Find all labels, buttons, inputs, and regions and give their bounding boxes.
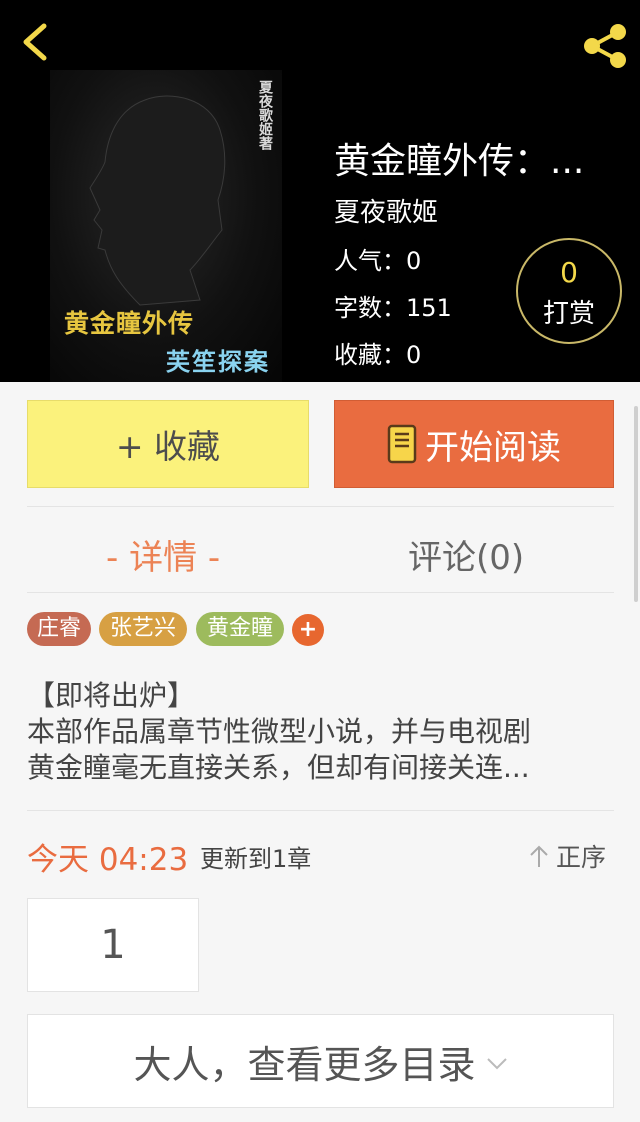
book-header: 夏夜歌姬著 黄金瞳外传 芙笙探案 黄金瞳外传：... 夏夜歌姬 人气：0 字数：… xyxy=(0,0,640,382)
collect-button-label: + 收藏 xyxy=(115,427,221,466)
divider xyxy=(27,592,614,593)
tag-zhangyixing[interactable]: 张艺兴 xyxy=(99,612,187,646)
chevron-down-icon xyxy=(486,1058,507,1070)
reward-label: 打赏 xyxy=(542,299,595,329)
sort-order-label: 正序 xyxy=(556,843,607,872)
book-author[interactable]: 夏夜歌姬 xyxy=(334,192,438,229)
cover-title-text: 黄金瞳外传 xyxy=(64,309,195,338)
add-tag-button[interactable]: + xyxy=(292,614,324,646)
reward-count: 0 xyxy=(560,256,578,289)
start-reading-label: 开始阅读 xyxy=(425,427,561,468)
cover-subtitle-text: 芙笙探案 xyxy=(166,347,270,376)
back-chevron-icon[interactable] xyxy=(14,20,58,64)
description-line: 黄金瞳毫无直接关系，但却有间接关连... xyxy=(27,751,530,784)
share-icon[interactable] xyxy=(580,22,630,70)
word-count-stat: 字数：151 xyxy=(334,294,452,322)
update-time: 今天 04:23 xyxy=(27,842,189,878)
reward-button[interactable]: 0 打赏 xyxy=(516,238,622,344)
book-title: 黄金瞳外传：... xyxy=(334,141,585,182)
tab-detail[interactable]: - 详情 - xyxy=(106,530,220,579)
update-status: 更新到1章 xyxy=(200,845,312,873)
favorites-stat: 收藏：0 xyxy=(334,341,422,369)
book-icon xyxy=(387,424,417,464)
tag-huangjintong[interactable]: 黄金瞳 xyxy=(196,612,284,646)
cover-author-text: 夏夜歌姬著 xyxy=(257,80,273,150)
sort-order-button[interactable]: 正序 xyxy=(528,838,606,874)
more-catalog-label: 大人，查看更多目录 xyxy=(133,1042,476,1087)
popularity-stat: 人气：0 xyxy=(334,247,422,275)
collect-button[interactable]: + 收藏 xyxy=(27,400,309,488)
description-line: 【即将出炉】 xyxy=(27,679,196,712)
divider xyxy=(27,810,614,811)
divider xyxy=(27,506,614,507)
book-cover[interactable]: 夏夜歌姬著 黄金瞳外传 芙笙探案 xyxy=(50,70,282,382)
start-reading-button[interactable]: 开始阅读 xyxy=(334,400,614,488)
description-line: 本部作品属章节性微型小说，并与电视剧 xyxy=(27,715,532,748)
arrow-up-icon xyxy=(530,845,548,867)
tab-comments[interactable]: 评论(0) xyxy=(408,530,524,579)
more-catalog-button[interactable]: 大人，查看更多目录 xyxy=(27,1014,614,1108)
tag-zhuangrui[interactable]: 庄睿 xyxy=(27,612,91,646)
scrollbar[interactable] xyxy=(634,406,638,602)
book-description[interactable]: 【即将出炉】 本部作品属章节性微型小说，并与电视剧 黄金瞳毫无直接关系，但却有间… xyxy=(27,678,617,786)
chapter-item[interactable]: 1 xyxy=(27,898,199,992)
